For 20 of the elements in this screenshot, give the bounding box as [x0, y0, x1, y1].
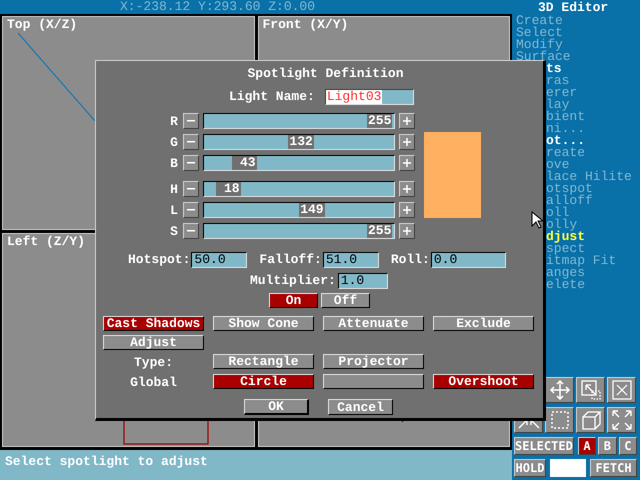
slider-label: S	[169, 224, 179, 238]
slider-label: R	[169, 114, 179, 128]
slider-label: H	[169, 182, 179, 196]
field-label: Roll:	[390, 253, 430, 267]
dialog-title: Spotlight Definition	[246, 67, 405, 81]
viewport-label: Left (Z/Y)	[7, 235, 86, 249]
field-label: Falloff:	[259, 253, 322, 267]
slider-label: B	[169, 156, 179, 170]
field-label: Multiplier:	[250, 274, 336, 288]
option-label: Global	[130, 376, 177, 389]
viewport-label: Top (X/Z)	[7, 18, 78, 32]
coordinates-readout: X:-238.12 Y:293.60 Z:0.00	[120, 0, 316, 14]
field-label: Light Name:	[229, 90, 315, 104]
slider-label: L	[169, 202, 179, 218]
status-message: Select spotlight to adjust	[5, 454, 208, 469]
slider-label: G	[169, 134, 179, 150]
field-label: Hotspot:	[128, 253, 190, 267]
panel-title: 3D Editor	[537, 0, 610, 15]
viewport-label: Front (X/Y)	[262, 18, 348, 32]
option-label: Type:	[134, 356, 173, 369]
